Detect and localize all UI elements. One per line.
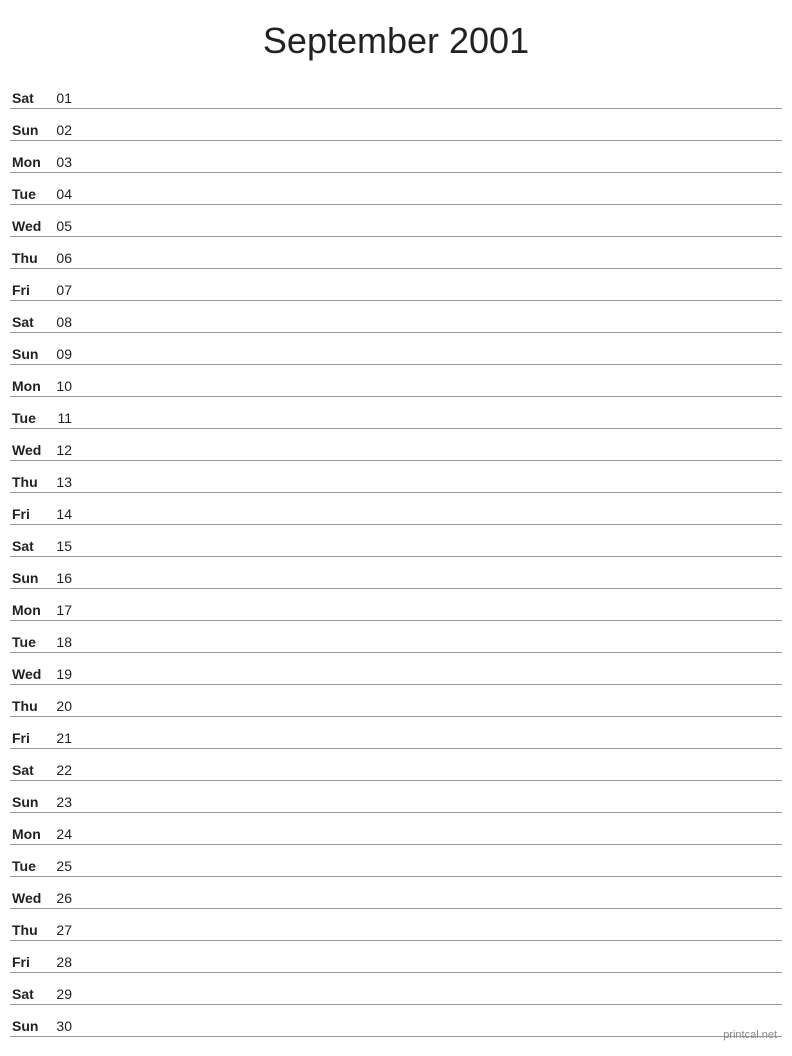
day-name: Thu — [10, 474, 48, 490]
day-row: Sun23 — [10, 781, 782, 813]
day-name: Sat — [10, 314, 48, 330]
day-row: Sat29 — [10, 973, 782, 1005]
calendar-container: Sat01Sun02Mon03Tue04Wed05Thu06Fri07Sat08… — [0, 77, 792, 1037]
day-number: 22 — [48, 762, 76, 778]
day-name: Sun — [10, 1018, 48, 1034]
day-row: Fri28 — [10, 941, 782, 973]
day-name: Tue — [10, 186, 48, 202]
day-row: Sat22 — [10, 749, 782, 781]
day-name: Mon — [10, 602, 48, 618]
day-row: Sat01 — [10, 77, 782, 109]
day-number: 19 — [48, 666, 76, 682]
day-number: 07 — [48, 282, 76, 298]
day-number: 02 — [48, 122, 76, 138]
day-name: Sun — [10, 346, 48, 362]
day-name: Fri — [10, 730, 48, 746]
day-row: Wed12 — [10, 429, 782, 461]
day-name: Mon — [10, 378, 48, 394]
day-number: 04 — [48, 186, 76, 202]
day-name: Tue — [10, 410, 48, 426]
day-name: Sat — [10, 762, 48, 778]
day-name: Wed — [10, 666, 48, 682]
day-row: Thu06 — [10, 237, 782, 269]
day-name: Fri — [10, 282, 48, 298]
day-row: Tue25 — [10, 845, 782, 877]
page-title: September 2001 — [0, 0, 792, 77]
day-row: Wed19 — [10, 653, 782, 685]
day-name: Thu — [10, 250, 48, 266]
day-row: Tue18 — [10, 621, 782, 653]
day-row: Wed05 — [10, 205, 782, 237]
day-number: 23 — [48, 794, 76, 810]
day-name: Sat — [10, 90, 48, 106]
day-row: Mon10 — [10, 365, 782, 397]
day-row: Thu13 — [10, 461, 782, 493]
day-name: Tue — [10, 634, 48, 650]
day-row: Sat08 — [10, 301, 782, 333]
day-name: Sat — [10, 538, 48, 554]
day-name: Wed — [10, 890, 48, 906]
day-row: Sun02 — [10, 109, 782, 141]
day-number: 12 — [48, 442, 76, 458]
day-row: Fri07 — [10, 269, 782, 301]
day-name: Thu — [10, 698, 48, 714]
day-name: Tue — [10, 858, 48, 874]
day-number: 11 — [48, 410, 76, 426]
day-row: Mon17 — [10, 589, 782, 621]
day-number: 16 — [48, 570, 76, 586]
day-name: Wed — [10, 218, 48, 234]
day-number: 03 — [48, 154, 76, 170]
day-number: 29 — [48, 986, 76, 1002]
day-number: 26 — [48, 890, 76, 906]
day-number: 05 — [48, 218, 76, 234]
day-row: Wed26 — [10, 877, 782, 909]
day-name: Sun — [10, 794, 48, 810]
day-number: 30 — [48, 1018, 76, 1034]
day-name: Wed — [10, 442, 48, 458]
day-row: Sun09 — [10, 333, 782, 365]
day-name: Sun — [10, 122, 48, 138]
day-number: 27 — [48, 922, 76, 938]
day-number: 21 — [48, 730, 76, 746]
footer-credit: printcal.net — [723, 1029, 777, 1041]
day-number: 13 — [48, 474, 76, 490]
day-number: 08 — [48, 314, 76, 330]
day-row: Sat15 — [10, 525, 782, 557]
day-row: Tue04 — [10, 173, 782, 205]
day-number: 20 — [48, 698, 76, 714]
day-name: Sat — [10, 986, 48, 1002]
day-row: Sun16 — [10, 557, 782, 589]
day-row: Fri21 — [10, 717, 782, 749]
day-row: Tue11 — [10, 397, 782, 429]
day-name: Fri — [10, 954, 48, 970]
day-row: Mon03 — [10, 141, 782, 173]
day-row: Thu20 — [10, 685, 782, 717]
day-row: Sun30 — [10, 1005, 782, 1037]
day-number: 09 — [48, 346, 76, 362]
day-number: 15 — [48, 538, 76, 554]
day-name: Sun — [10, 570, 48, 586]
day-name: Thu — [10, 922, 48, 938]
day-row: Fri14 — [10, 493, 782, 525]
day-name: Mon — [10, 154, 48, 170]
day-name: Fri — [10, 506, 48, 522]
day-number: 06 — [48, 250, 76, 266]
day-name: Mon — [10, 826, 48, 842]
day-number: 17 — [48, 602, 76, 618]
day-number: 14 — [48, 506, 76, 522]
day-number: 28 — [48, 954, 76, 970]
day-number: 01 — [48, 90, 76, 106]
day-row: Thu27 — [10, 909, 782, 941]
day-row: Mon24 — [10, 813, 782, 845]
day-number: 10 — [48, 378, 76, 394]
day-number: 24 — [48, 826, 76, 842]
day-number: 25 — [48, 858, 76, 874]
day-number: 18 — [48, 634, 76, 650]
